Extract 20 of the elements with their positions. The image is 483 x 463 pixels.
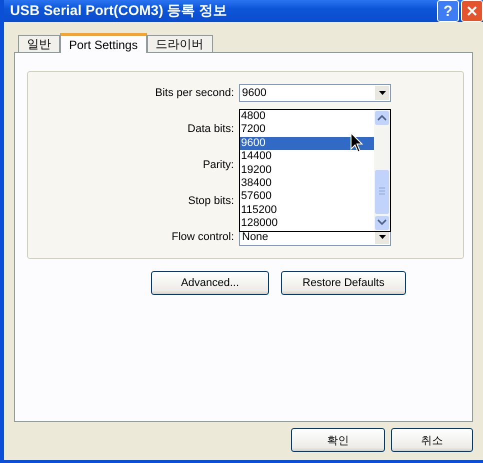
close-button[interactable] xyxy=(461,0,483,22)
field-label: Stop bits: xyxy=(187,195,235,207)
field-label: Flow control: xyxy=(170,231,235,243)
tab[interactable]: Port Settings xyxy=(60,33,147,53)
tab[interactable]: 드라이버 xyxy=(146,35,213,52)
field-label: Parity: xyxy=(202,159,235,171)
mouse-pointer-icon xyxy=(350,132,364,154)
caret-icon xyxy=(375,86,389,100)
close-icon xyxy=(466,5,478,17)
action-button[interactable]: Restore Defaults xyxy=(281,271,406,295)
dialog-button[interactable]: 확인 xyxy=(291,428,385,452)
field-label: Bits per second: xyxy=(154,87,235,99)
window-title: USB Serial Port(COM3) 등록 정보 xyxy=(10,2,228,20)
scrollbar-drawing[interactable] xyxy=(374,110,390,231)
field-label: Data bits: xyxy=(186,123,235,135)
dialog-button[interactable]: 취소 xyxy=(391,428,473,452)
tab[interactable]: 일반 xyxy=(18,35,60,52)
action-button[interactable]: Advanced... xyxy=(151,271,269,295)
help-button[interactable]: ? xyxy=(437,0,459,22)
dropdown-field[interactable]: 9600 xyxy=(239,84,391,102)
